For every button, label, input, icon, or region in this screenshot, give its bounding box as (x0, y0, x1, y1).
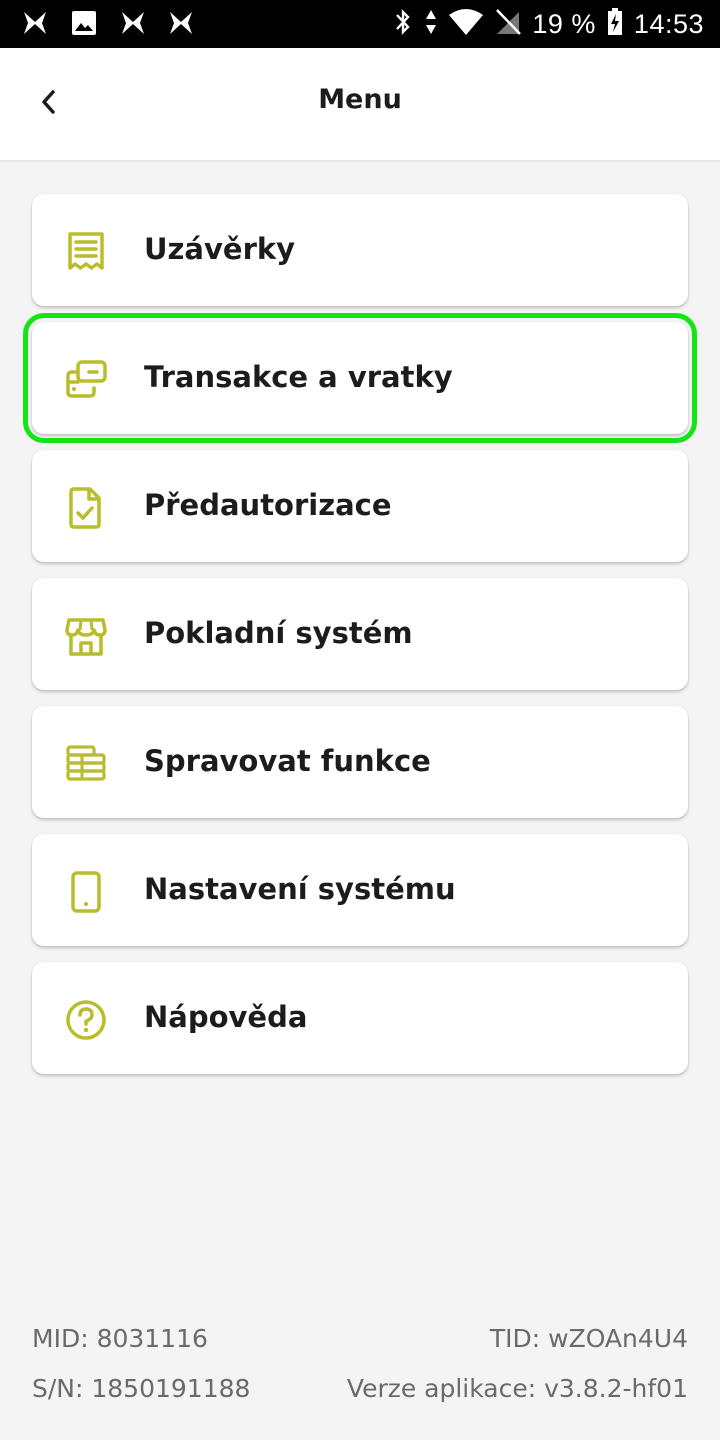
menu-item-label: Nápověda (144, 1000, 308, 1034)
document-check-icon (64, 486, 108, 530)
serial-number: S/N: 1850191188 (32, 1374, 251, 1403)
menu-item-spravovat-funkce[interactable]: Spravovat funkce (32, 706, 688, 818)
device-icon (64, 870, 108, 914)
menu-item-label: Transakce a vratky (144, 360, 453, 394)
battery-charging-icon (606, 7, 624, 41)
footer-row-ids: MID: 8031116 TID: wZOAn4U4 (32, 1324, 688, 1358)
menu-item-label: Spravovat funkce (144, 744, 431, 778)
menu-list: Uzávěrky Transakce a vratky Předautoriza… (23, 194, 697, 1090)
no-sim-icon (494, 7, 522, 41)
stack-icon (64, 742, 108, 786)
transactions-icon (64, 358, 108, 402)
notification-icons (22, 8, 194, 38)
menu-item-uzaverky[interactable]: Uzávěrky (32, 194, 688, 306)
wifi-icon (448, 7, 484, 41)
battery-percent: 19 % (532, 8, 596, 39)
menu-item-nastaveni-systemu[interactable]: Nastavení systému (32, 834, 688, 946)
image-icon (70, 8, 98, 38)
app-x-icon (168, 8, 194, 38)
help-circle-icon (64, 998, 108, 1042)
menu-item-napoveda[interactable]: Nápověda (32, 962, 688, 1074)
clock: 14:53 (633, 8, 704, 39)
menu-item-predautorizace[interactable]: Předautorizace (32, 450, 688, 562)
page-title: Menu (318, 84, 402, 115)
store-icon (64, 614, 108, 658)
tid-value: TID: wZOAn4U4 (489, 1324, 688, 1353)
system-status: 19 % 14:53 (392, 0, 704, 48)
menu-item-label: Uzávěrky (144, 232, 296, 266)
menu-item-transakce-a-vratky[interactable]: Transakce a vratky (23, 313, 697, 443)
menu-item-pokladni-system[interactable]: Pokladní systém (32, 578, 688, 690)
app-x-icon (120, 8, 146, 38)
menu-item-label: Pokladní systém (144, 616, 413, 650)
app-version: Verze aplikace: v3.8.2-hf01 (346, 1374, 688, 1403)
data-arrows-icon (424, 7, 438, 41)
receipt-icon (64, 230, 108, 274)
mid-value: MID: 8031116 (32, 1324, 208, 1353)
device-info-footer: MID: 8031116 TID: wZOAn4U4 S/N: 18501911… (32, 1324, 688, 1414)
bluetooth-icon (392, 7, 414, 41)
app-header: Menu (0, 48, 720, 162)
app-x-icon (22, 8, 48, 38)
status-bar: 19 % 14:53 (0, 0, 720, 48)
menu-item-label: Předautorizace (144, 488, 392, 522)
menu-item-label: Nastavení systému (144, 872, 456, 906)
footer-row-versions: S/N: 1850191188 Verze aplikace: v3.8.2-h… (32, 1374, 688, 1408)
